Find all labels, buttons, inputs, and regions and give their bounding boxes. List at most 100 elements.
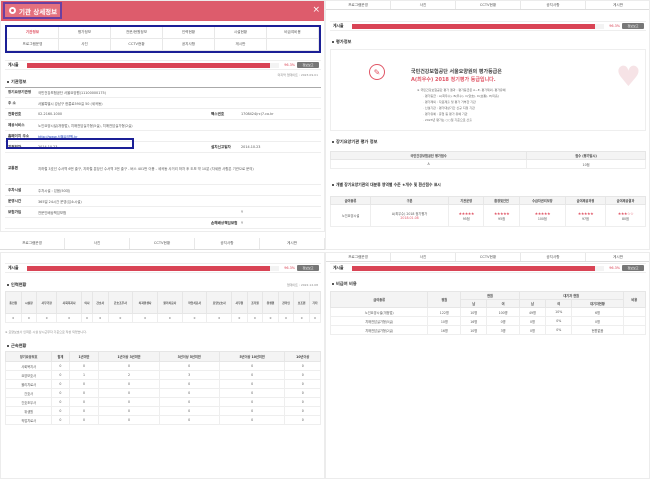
eval-tab-board[interactable]: 게시판 (586, 1, 649, 9)
row-service: 제공서비스 노인요양시설(개정법), 치매전담실가형(5실), 치매전담실가형(… (5, 120, 321, 131)
eval-tab-cctv[interactable]: CCTV현황 (456, 1, 521, 9)
tenure-r5c4: 0 (158, 406, 220, 416)
table-row: 노인요양시설(개정법) 122명 10명 100명 49명 10% 6명 (329, 307, 647, 317)
eval-grade-h1: 구분 (369, 196, 450, 205)
staff-v2: 0 (36, 313, 58, 323)
tab-program[interactable]: 프로그램운영 (7, 39, 59, 51)
eval-grade-s1: ★★★★★ 95점 (483, 204, 520, 227)
tenure-r3c5: 0 (218, 388, 286, 398)
row-transport: 교통편 지하철 3호선 수서역 6번 출구, 지하철 분당선 수서역 3번 출구… (5, 153, 321, 185)
eval-disclosure-track (352, 23, 604, 29)
fees-r1c3: 0명 (486, 316, 520, 326)
table-row: 치매전담실가형(5실) 10명 16명 0명 0명 0% 0명 (329, 316, 647, 326)
staff-v14: 0 (277, 313, 295, 323)
tenure-r4c0: 간호조무사 (4, 397, 53, 407)
footer-tab-cctv[interactable]: CCTV현황 (130, 238, 195, 249)
tab-evaluation[interactable]: 평가정보 (59, 27, 111, 39)
staff-title: 인력현황 (7, 282, 26, 288)
tab-facility[interactable]: 시설현황 (215, 27, 267, 39)
tenure-r6c0: 작업치료사 (4, 415, 53, 425)
tab-board[interactable]: 게시판 (215, 39, 267, 51)
fees-h0: 급여종류 (329, 291, 429, 308)
tenure-r4c4: 0 (158, 397, 220, 407)
staff-v7: 0 (132, 313, 158, 323)
tab-capacity[interactable]: 전문/현원정보 (111, 27, 163, 39)
fees-info-report-button[interactable]: 정보보고 (622, 265, 644, 271)
eval-tab-program[interactable]: 프로그램운영 (326, 1, 391, 9)
tenure-r2c1: 0 (51, 379, 70, 389)
fees-tab-program[interactable]: 프로그램운영 (326, 253, 391, 261)
staff-table: 총인원 시설장 사무국장 사회복지사 의사 간호사 간호조무사 치과위생사 물리치료사 작업치료사… (5, 291, 322, 323)
staff-disclosure-fill (27, 265, 270, 271)
eval-grade-marker-icon (332, 184, 334, 186)
section-marker-icon (7, 81, 9, 83)
staff-info-report-button[interactable]: 정보보고 (297, 265, 319, 271)
eval-tab-notice[interactable]: 공지사항 (521, 1, 586, 9)
eval-tab-row: 프로그램운영 사진 CCTV현황 공지사항 게시판 (326, 1, 649, 10)
fees-r1c7 (622, 316, 647, 326)
disclosure-rate-value: 96.3% (284, 63, 295, 67)
eval-grade-sc2: 100점 (537, 216, 547, 221)
row-insurance-value2: Y (241, 210, 244, 214)
table-row: 요양보호사 0 1 2 3 0 0 (4, 370, 321, 380)
staff-h5: 간호사 (91, 291, 109, 314)
tab-empty (267, 39, 319, 51)
tenure-r0c0: 사회복지사 (4, 361, 53, 371)
tab-menu: 기관정보 평가정보 전문/현원정보 인력현황 시설현황 비급여비용 프로그램운영… (5, 25, 321, 53)
close-icon[interactable]: × (312, 4, 320, 16)
fees-h1: 정원 (427, 291, 462, 308)
staff-h0: 총인원 (5, 291, 22, 314)
staff-h1: 시설장 (20, 291, 38, 314)
staff-v0: 0 (5, 313, 22, 323)
eval-tab-photo[interactable]: 사진 (391, 1, 456, 9)
eval-line-1: · 평가등급 : A(최우수), B(우수), C(양호), D(보통), E(… (423, 94, 499, 98)
eval-grade-h4: 수급자권리보장 (518, 196, 566, 205)
staff-h13: 위생원 (262, 291, 279, 314)
staff-title-text: 인력현황 (11, 282, 27, 287)
footer-tab-program[interactable]: 프로그램운영 (0, 238, 65, 249)
tab-cctv[interactable]: CCTV현황 (111, 39, 163, 51)
fees-tab-cctv[interactable]: CCTV현황 (456, 253, 521, 261)
eval-grade-h3: 환경및안전 (483, 196, 520, 205)
tab-staff[interactable]: 인력현황 (163, 27, 215, 39)
tenure-r2c0: 물리치료사 (4, 379, 53, 389)
tab-notice[interactable]: 공지사항 (163, 39, 215, 51)
footer-tab-notice[interactable]: 공지사항 (195, 238, 260, 249)
staff-update-note: 업데이트 : 2022.12.08 (286, 283, 318, 287)
evaluation-panel: 프로그램운영 사진 CCTV현황 공지사항 게시판 게시율 96.3% 정보보고… (325, 0, 650, 250)
eval-grade-sc3: 97점 (581, 216, 589, 221)
footer-tab-board[interactable]: 게시판 (260, 238, 325, 249)
row-name: 장기요양기관명 국민건강보험공단 서울요양원(11100000175) (5, 88, 321, 98)
fees-tab-notice[interactable]: 공지사항 (521, 253, 586, 261)
fees-r2c2: 10명 (460, 325, 488, 335)
staff-v4: 0 (80, 313, 93, 323)
fees-tab-board[interactable]: 게시판 (586, 253, 649, 261)
tenure-r1c1: 0 (51, 370, 70, 380)
eval-info-report-button[interactable]: 정보보고 (622, 23, 644, 29)
tab-nonbenefit-cost[interactable]: 비급여비용 (267, 27, 319, 39)
fees-disclosure-value: 96.3% (609, 266, 620, 270)
tenure-r3c1: 0 (51, 388, 70, 398)
tenure-r0c4: 0 (158, 361, 220, 371)
tenure-r4c2: 0 (68, 397, 100, 407)
evaluation-box: ♥ ✎ 국민건강보험공단 서울요양원의 평가등급은 A(최우수) 2018 정기… (330, 49, 646, 131)
info-report-button[interactable]: 정보보고 (297, 62, 319, 68)
fees-h2: 남 (460, 299, 488, 308)
tenure-h2: 1년미만 (68, 351, 100, 362)
row-damage-value: Y (241, 221, 244, 225)
tab-photo[interactable]: 사진 (59, 39, 111, 51)
tab-institution-info[interactable]: 기관정보 (7, 27, 59, 39)
footer-tab-photo[interactable]: 사진 (65, 238, 130, 249)
detail-panel-main: 기관 상세정보 × 기관정보 평가정보 전문/현원정보 인력현황 시설현황 비급… (0, 0, 325, 232)
tenure-marker-icon (7, 345, 9, 347)
row-transport-value: 지하철 3호선 수서역 6번 출구, 지하철 분당선 수서역 3번 출구 - 버… (38, 166, 254, 171)
fees-disclosure-bar: 게시율 96.3% 정보보고 (330, 263, 646, 273)
fees-r2c3: 3명 (486, 325, 520, 335)
row-service-value: 노인요양시설(개정법), 치매전담실가형(5실), 치매전담실가형(2실) (38, 123, 133, 128)
row-install-value: 2014.10.23 (241, 145, 261, 149)
fees-tab-photo[interactable]: 사진 (391, 253, 456, 261)
tenure-r3c0: 간호사 (4, 388, 53, 398)
tenure-r1c5: 0 (218, 370, 286, 380)
staff-v12: 0 (246, 313, 264, 323)
tenure-r2c6: 0 (284, 379, 321, 389)
